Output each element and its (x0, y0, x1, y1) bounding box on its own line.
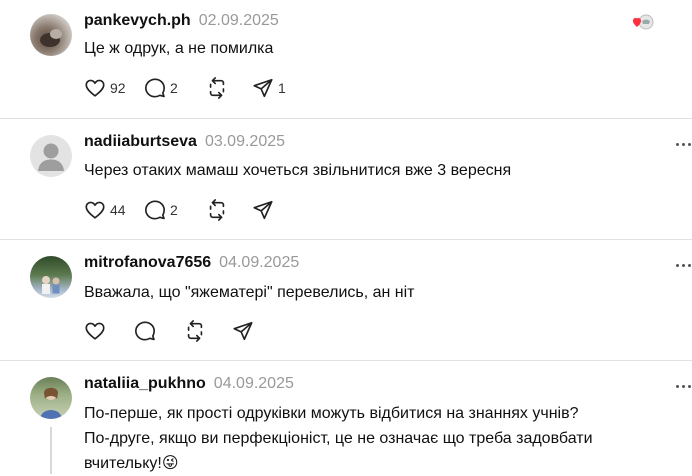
send-icon (233, 321, 253, 341)
like-button[interactable]: 44 (84, 196, 144, 224)
avatar[interactable] (30, 14, 72, 56)
username[interactable]: pankevych.ph (84, 12, 191, 30)
like-button[interactable] (84, 317, 134, 345)
more-dots-icon[interactable] (676, 141, 692, 147)
reply-count: 2 (170, 80, 178, 96)
default-user-avatar-icon (38, 143, 64, 171)
comment-header: pankevych.ph 02.09.2025 (84, 12, 279, 34)
action-bar (84, 317, 272, 345)
reply-button[interactable] (134, 317, 184, 345)
repost-button[interactable] (206, 74, 252, 102)
date[interactable]: 03.09.2025 (205, 133, 285, 151)
repost-icon (209, 77, 225, 99)
share-button[interactable]: 1 (252, 74, 292, 102)
repost-button[interactable] (206, 196, 252, 224)
avatar[interactable] (30, 256, 72, 298)
comment-text-line: По-перше, як прості одруківки можуть від… (84, 405, 579, 422)
comment-header: nadiiaburtseva 03.09.2025 (84, 133, 285, 155)
share-button[interactable] (252, 196, 292, 224)
comment-text: Вважала, що "яжематері" перевелись, ан н… (84, 280, 415, 305)
share-count: 1 (278, 80, 286, 96)
action-bar: 44 2 (84, 196, 292, 224)
comment-1: pankevych.ph 02.09.2025 Це ж одрук, а не… (0, 0, 692, 118)
comment-bubble-icon (145, 78, 165, 98)
comment-text-line: Це ж одрук, а не помилка (84, 40, 274, 57)
send-icon (253, 200, 273, 220)
action-bar: 92 2 1 (84, 74, 292, 102)
comment-text-line: Через отаких мамаш хочеться звільнитися … (84, 162, 512, 179)
photo-avatar-icon (42, 276, 60, 294)
heart-icon (85, 322, 105, 340)
reply-button[interactable]: 2 (144, 74, 206, 102)
photo-avatar-icon (40, 387, 62, 419)
heart-icon (85, 79, 105, 97)
username[interactable]: mitrofanova7656 (84, 254, 211, 272)
photo-avatar-icon (40, 29, 62, 47)
comment-text-line: Вважала, що "яжематері" перевелись, ан н… (84, 284, 415, 301)
avatar[interactable] (30, 377, 72, 419)
comment-header: mitrofanova7656 04.09.2025 (84, 254, 299, 276)
repost-icon (209, 199, 225, 221)
comment-2: nadiiaburtseva 03.09.2025 Через отаких м… (0, 119, 692, 239)
reply-count: 2 (170, 202, 178, 218)
like-button[interactable]: 92 (84, 74, 144, 102)
comment-3: mitrofanova7656 04.09.2025 Вважала, що "… (0, 240, 692, 360)
thread-line (50, 427, 52, 474)
reply-button[interactable]: 2 (144, 196, 206, 224)
share-button[interactable] (232, 317, 272, 345)
comment-text: По-перше, як прості одруківки можуть від… (84, 401, 593, 476)
comment-bubble-icon (135, 321, 155, 341)
liked-by-author-badge (632, 12, 654, 32)
username[interactable]: nadiiaburtseva (84, 133, 197, 151)
username[interactable]: nataliia_pukhno (84, 375, 206, 393)
repost-icon (187, 320, 203, 342)
comment-bubble-icon (145, 200, 165, 220)
comment-text-line: По-друге, якщо ви перфекціоніст, це не о… (84, 430, 593, 447)
comment-4: nataliia_pukhno 04.09.2025 По-перше, як … (0, 361, 692, 474)
like-count: 44 (110, 202, 126, 218)
date[interactable]: 04.09.2025 (219, 254, 299, 272)
send-icon (253, 78, 273, 98)
comment-text: Це ж одрук, а не помилка (84, 36, 273, 61)
avatar[interactable] (30, 135, 72, 177)
more-dots-icon[interactable] (676, 383, 692, 389)
comment-text-line: вчительку!😜 (84, 455, 179, 472)
comment-text: Через отаких мамаш хочеться звільнитися … (84, 158, 511, 183)
date[interactable]: 04.09.2025 (214, 375, 294, 393)
more-dots-icon[interactable] (676, 262, 692, 268)
date[interactable]: 02.09.2025 (199, 12, 279, 30)
comment-header: nataliia_pukhno 04.09.2025 (84, 375, 294, 397)
heart-icon (85, 201, 105, 219)
repost-button[interactable] (184, 317, 232, 345)
like-count: 92 (110, 80, 126, 96)
